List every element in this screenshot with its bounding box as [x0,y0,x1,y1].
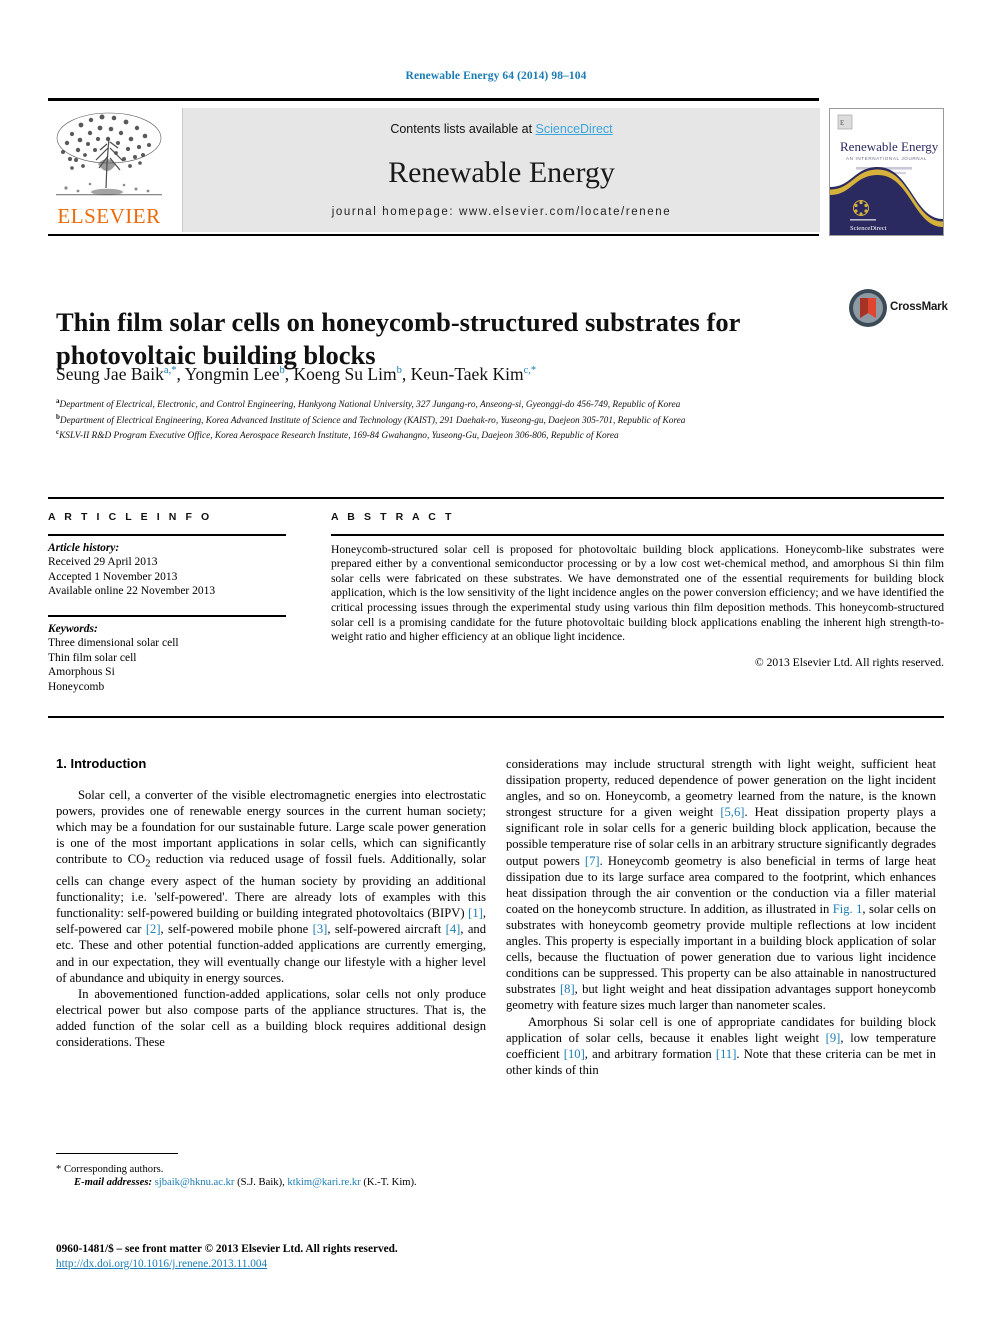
author-name[interactable]: Seung Jae Baik [56,364,164,384]
journal-cover-art: E Renewable Energy AN INTERNATIONAL JOUR… [830,109,943,235]
band-top-rule [48,497,944,499]
svg-text:Renewable Energy: Renewable Energy [840,139,939,154]
affiliation-list: aDepartment of Electrical, Electronic, a… [56,396,936,443]
affiliation-mark: c [56,428,60,437]
section-title-introduction: 1. Introduction [56,756,147,771]
right-column-paragraphs: considerations may include structural st… [506,756,936,1078]
abstract-heading: A B S T R A C T [331,511,455,523]
crossmark-icon[interactable] [848,288,888,328]
author-affiliation-mark: a,* [163,365,177,377]
elsevier-wordmark: ELSEVIER [57,204,161,228]
body-paragraph: considerations may include structural st… [506,757,936,1013]
svg-text:E: E [840,119,844,127]
masthead-bottom-rule [48,234,819,236]
journal-homepage[interactable]: journal homepage: www.elsevier.com/locat… [183,206,820,218]
article-info-column: A R T I C L E I N F O Article history: R… [48,511,298,695]
keywords-lines: Three dimensional solar cell Thin film so… [48,636,298,694]
affiliation-mark: b [56,412,60,421]
keywords-label: Keywords: [48,622,98,635]
keyword-item: Three dimensional solar cell [48,637,179,650]
doi-link[interactable]: http://dx.doi.org/10.1016/j.renene.2013.… [56,1258,267,1270]
body-column-left: 1. Introduction Solar cell, a converter … [56,756,486,1050]
band-bottom-rule [48,716,944,718]
abstract-copyright: © 2013 Elsevier Ltd. All rights reserved… [754,655,944,669]
body-paragraph: Solar cell, a converter of the visible e… [56,788,487,985]
citation-link[interactable]: [7] [585,854,600,868]
abstract-text: Honeycomb-structured solar cell is propo… [331,542,944,644]
figure-link[interactable]: Fig. 1 [833,902,863,916]
citation-link[interactable]: [2] [146,922,161,936]
author-name[interactable]: Koeng Su Lim [294,364,397,384]
running-head: Renewable Energy 64 (2014) 98–104 [405,70,587,82]
contents-available-line: Contents lists available at ScienceDirec… [183,122,820,136]
email-link-baik[interactable]: sjbaik@hknu.ac.kr [155,1177,235,1188]
masthead-center-panel: Contents lists available at ScienceDirec… [182,108,820,232]
citation-link[interactable]: [5,6] [720,805,744,819]
article-history-item: Accepted 1 November 2013 [48,570,178,583]
article-info-rule [48,534,286,536]
keywords-rule [48,614,286,617]
article-history-lines: Received 29 April 2013 Accepted 1 Novembe… [48,555,298,599]
article-history-item: Available online 22 November 2013 [48,585,216,598]
contents-prefix: Contents lists available at [390,122,536,136]
svg-text:ScienceDirect: ScienceDirect [850,225,887,232]
email-addresses-label: E-mail addresses: [74,1177,155,1189]
affiliation-mark: a [56,397,60,405]
affiliation-line: cKSLV-II R&D Program Executive Office, K… [56,428,619,442]
crossmark-label: CrossMark [890,301,948,313]
keyword-item: Thin film solar cell [48,651,137,664]
citation-link[interactable]: [1] [468,906,483,920]
corresponding-authors-line: * Corresponding authors. [56,1164,164,1175]
abstract-rule [331,534,944,536]
crossmark-badge-group[interactable]: CrossMark [848,288,948,330]
citation-link[interactable]: [8] [560,982,575,996]
citation-link[interactable]: [10] [564,1047,585,1061]
journal-title: Renewable Energy [388,156,615,189]
elsevier-logo: ELSEVIER [50,108,168,232]
abstract-column: A B S T R A C T Honeycomb-structured sol… [331,511,944,669]
keyword-item: Amorphous Si [48,666,115,679]
article-history-item: Received 29 April 2013 [48,556,158,569]
article-info-heading: A R T I C L E I N F O [48,511,213,523]
citation-link[interactable]: [4] [446,922,461,936]
citation-link[interactable]: [9] [826,1031,841,1045]
article-page: Renewable Energy 64 (2014) 98–104 ELSEVI… [0,0,992,1323]
journal-cover-thumbnail: E Renewable Energy AN INTERNATIONAL JOUR… [829,108,944,236]
front-matter-line: 0960-1481/$ – see front matter © 2013 El… [56,1243,398,1255]
affiliation-line: aDepartment of Electrical, Electronic, a… [56,397,681,411]
author-name[interactable]: Yongmin Lee [185,364,280,384]
left-column-paragraphs: Solar cell, a converter of the visible e… [56,787,486,1050]
footnote-rule [56,1153,178,1154]
email-addresses-line: E-mail addresses: sjbaik@hknu.ac.kr (S.J… [74,1177,417,1189]
body-paragraph: Amorphous Si solar cell is one of approp… [506,1014,936,1077]
corresponding-author-footnote: * Corresponding authors. E-mail addresse… [56,1153,486,1190]
info-abstract-band: A R T I C L E I N F O Article history: R… [48,497,944,719]
body-column-right: considerations may include structural st… [506,756,936,1078]
sciencedirect-link[interactable]: ScienceDirect [536,122,613,136]
elsevier-tree-icon [50,108,168,206]
page-title: Thin film solar cells on honeycomb-struc… [56,306,740,370]
imprint-block: 0960-1481/$ – see front matter © 2013 El… [56,1242,576,1272]
body-paragraph: In abovementioned function-added applica… [56,986,486,1050]
article-history-label: Article history: [48,541,120,554]
citation-link[interactable]: [3] [313,922,328,936]
email-link-kim[interactable]: ktkim@kari.re.kr [287,1177,360,1188]
author-affiliation-mark: c,* [523,365,537,377]
masthead-top-rule [48,98,819,101]
affiliation-line: bDepartment of Electrical Engineering, K… [56,412,686,426]
svg-text:AN INTERNATIONAL JOURNAL: AN INTERNATIONAL JOURNAL [846,156,927,161]
author-name[interactable]: Keun-Taek Kim [411,364,524,384]
author-affiliation-mark: b [279,365,285,377]
author-affiliation-mark: b [396,365,402,377]
author-list: Seung Jae Baika,*, Yongmin Leeb, Koeng S… [56,364,537,384]
keyword-item: Honeycomb [48,680,105,693]
journal-masthead: ELSEVIER Contents lists available at Sci… [48,98,944,238]
citation-link[interactable]: [11] [716,1047,737,1061]
